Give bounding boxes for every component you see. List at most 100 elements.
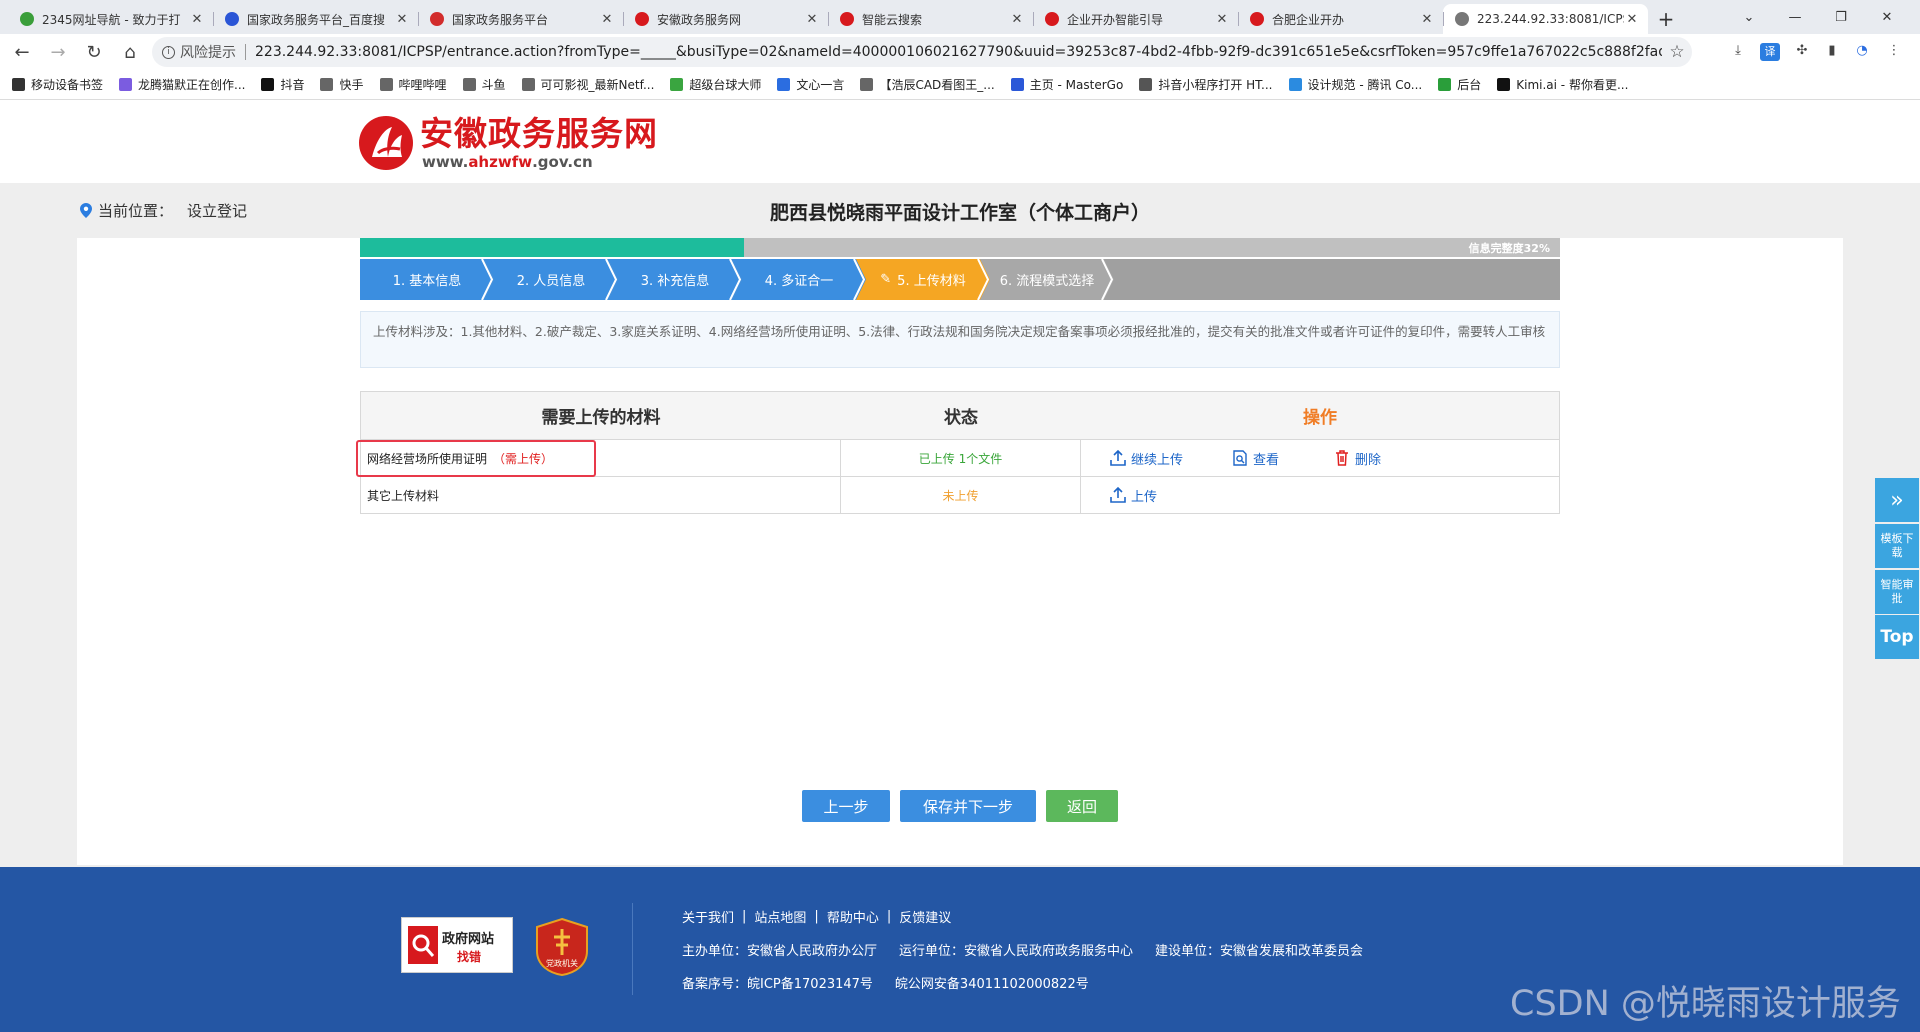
tab-close-icon[interactable]: ✕ bbox=[1214, 12, 1230, 27]
badge-title: 政府网站 bbox=[442, 932, 495, 947]
footer-icp[interactable]: 备案序号：皖ICP备17023147号 bbox=[682, 973, 873, 992]
delete-button[interactable]: 删除 bbox=[1333, 449, 1381, 468]
bookmark-item[interactable]: Kimi.ai - 帮你看更... bbox=[1497, 76, 1628, 93]
step-5[interactable]: ✎ 5. 上传材料 bbox=[856, 259, 990, 300]
bookmark-item[interactable]: 后台 bbox=[1438, 76, 1481, 93]
url-text[interactable]: 223.244.92.33:8081/ICPSP/entrance.action… bbox=[255, 44, 1662, 60]
bookmark-label: Kimi.ai - 帮你看更... bbox=[1516, 78, 1629, 92]
site-logo[interactable]: 安徽政务服务网 www.ahzwfw.gov.cn bbox=[358, 115, 658, 171]
continue-upload-button[interactable]: 继续上传 bbox=[1109, 449, 1183, 468]
upload-button[interactable]: 上传 bbox=[1109, 486, 1157, 505]
tab-favicon-icon bbox=[20, 12, 34, 26]
step-navigation: 1. 基本信息 2. 人员信息 3. 补充信息 4. 多证合一 ✎ 5. 上传材料 6. 流… bbox=[360, 259, 1560, 300]
step-1[interactable]: 1. 基本信息 bbox=[360, 259, 494, 300]
extensions-icon[interactable]: ✣ bbox=[1792, 43, 1812, 61]
tab-search-icon[interactable]: ⌄ bbox=[1726, 0, 1772, 34]
step-4[interactable]: 4. 多证合一 bbox=[732, 259, 866, 300]
tab-favicon-icon bbox=[430, 12, 444, 26]
footer-operator: 运行单位：安徽省人民政府政务服务中心 bbox=[899, 944, 1134, 959]
home-button[interactable]: ⌂ bbox=[112, 42, 148, 63]
tab-title: 国家政务服务平台_百度搜 bbox=[247, 12, 386, 27]
bookmark-item[interactable]: 龙腾猫默正在创作... bbox=[119, 76, 245, 93]
download-icon[interactable]: ⤓ bbox=[1728, 43, 1748, 61]
bookmark-item[interactable]: 抖音小程序打开 HT... bbox=[1139, 76, 1273, 93]
footer-link-sitemap[interactable]: 站点地图 bbox=[754, 907, 806, 926]
step-2[interactable]: 2. 人员信息 bbox=[484, 259, 618, 300]
back-button[interactable]: ← bbox=[4, 42, 40, 63]
bookmark-item[interactable]: 超级台球大师 bbox=[670, 76, 761, 93]
menu-icon[interactable]: ⋮ bbox=[1884, 43, 1904, 61]
tab-close-icon[interactable]: ✕ bbox=[1624, 12, 1640, 27]
tab-close-icon[interactable]: ✕ bbox=[1419, 12, 1435, 27]
tab-close-icon[interactable]: ✕ bbox=[1009, 12, 1025, 27]
bookmark-favicon-icon bbox=[1288, 78, 1302, 91]
bookmark-item[interactable]: 主页 - MasterGo bbox=[1010, 76, 1123, 93]
tab-close-icon[interactable]: ✕ bbox=[189, 12, 205, 27]
footer-link-separator: | bbox=[886, 909, 892, 924]
footer-link-feedback[interactable]: 反馈建议 bbox=[899, 907, 951, 926]
footer-police-record[interactable]: 皖公网安备34011102000822号 bbox=[895, 973, 1089, 992]
bookmark-item[interactable]: 【浩辰CAD看图王_... bbox=[860, 76, 995, 93]
upload-icon bbox=[1110, 486, 1126, 503]
location-pin-icon bbox=[80, 203, 92, 218]
float-expand-button[interactable]: » bbox=[1875, 478, 1919, 522]
address-omnibox[interactable]: i 风险提示 223.244.92.33:8081/ICPSP/entrance… bbox=[152, 37, 1692, 67]
profile-icon[interactable]: ◔ bbox=[1852, 43, 1872, 61]
footer-info-line-2: 备案序号：皖ICP备17023147号 皖公网安备34011102000822号 bbox=[682, 973, 1111, 992]
bookmark-star-icon[interactable]: ☆ bbox=[1662, 42, 1692, 62]
prev-step-button[interactable]: 上一步 bbox=[802, 790, 890, 822]
material-name: 其它上传材料 bbox=[367, 488, 440, 503]
reload-button[interactable]: ↻ bbox=[76, 42, 112, 63]
footer-link-separator: | bbox=[742, 909, 747, 924]
gov-site-error-badge[interactable]: 政府网站 找错 bbox=[401, 917, 513, 973]
tab-close-icon[interactable]: ✕ bbox=[804, 12, 820, 27]
back-to-top-button[interactable]: Top bbox=[1875, 615, 1919, 659]
bookmark-label: 抖音小程序打开 HT... bbox=[1158, 78, 1273, 92]
new-tab-button[interactable]: + bbox=[1648, 4, 1684, 34]
browser-tab[interactable]: 合肥企业开办 ✕ bbox=[1238, 4, 1443, 34]
view-button[interactable]: 查看 bbox=[1231, 449, 1279, 468]
footer-link-about[interactable]: 关于我们 bbox=[682, 907, 734, 926]
highlight-annotation-box bbox=[356, 440, 596, 477]
browser-tab[interactable]: 2345网址导航 - 致力于打 ✕ bbox=[8, 4, 213, 34]
step-label: 4. 多证合一 bbox=[764, 274, 834, 289]
footer-link-help[interactable]: 帮助中心 bbox=[827, 907, 879, 926]
browser-tab[interactable]: 国家政务服务平台_百度搜 ✕ bbox=[213, 4, 418, 34]
bookmark-item[interactable]: 哔哩哔哩 bbox=[379, 76, 447, 93]
save-next-button[interactable]: 保存并下一步 bbox=[900, 790, 1036, 822]
sidebar-icon[interactable]: ▮ bbox=[1822, 43, 1842, 61]
bookmark-item[interactable]: 文心一言 bbox=[777, 76, 844, 93]
bookmark-item[interactable]: 移动设备书签 bbox=[12, 76, 103, 93]
bookmark-item[interactable]: 设计规范 - 腾讯 Co... bbox=[1288, 76, 1423, 93]
step-6[interactable]: 6. 流程模式选择 bbox=[980, 259, 1114, 300]
bookmark-item[interactable]: 快手 bbox=[320, 76, 364, 93]
bookmark-item[interactable]: 斗鱼 bbox=[462, 76, 506, 93]
tab-close-icon[interactable]: ✕ bbox=[394, 12, 410, 27]
browser-tab[interactable]: 安徽政务服务网 ✕ bbox=[623, 4, 828, 34]
browser-tab[interactable]: 企业开办智能引导 ✕ bbox=[1033, 4, 1238, 34]
forward-button[interactable]: → bbox=[40, 42, 76, 63]
back-button[interactable]: 返回 bbox=[1046, 790, 1118, 822]
risk-warning[interactable]: i 风险提示 bbox=[162, 42, 236, 62]
bookmark-label: 设计规范 - 腾讯 Co... bbox=[1307, 78, 1423, 92]
step-3[interactable]: 3. 补充信息 bbox=[608, 259, 742, 300]
template-download-button[interactable]: 模板下载 bbox=[1875, 524, 1919, 568]
tab-title: 智能云搜索 bbox=[862, 12, 923, 27]
bookmark-favicon-icon bbox=[12, 78, 25, 91]
site-header: 安徽政务服务网 www.ahzwfw.gov.cn bbox=[0, 101, 1920, 183]
maximize-button[interactable]: ❐ bbox=[1818, 0, 1864, 34]
bookmark-label: 【浩辰CAD看图王_... bbox=[879, 78, 995, 92]
translate-icon[interactable]: 译 bbox=[1760, 43, 1780, 61]
browser-tab[interactable]: 国家政务服务平台 ✕ bbox=[418, 4, 623, 34]
browser-tab[interactable]: 223.244.92.33:8081/ICPS ✕ bbox=[1443, 4, 1648, 34]
smart-approval-button[interactable]: 智能审批 bbox=[1875, 570, 1919, 614]
bookmark-favicon-icon bbox=[379, 78, 393, 91]
browser-tab[interactable]: 智能云搜索 ✕ bbox=[828, 4, 1033, 34]
bookmark-item[interactable]: 可可影视_最新Netf... bbox=[521, 76, 654, 93]
bookmark-favicon-icon bbox=[1438, 78, 1452, 91]
trash-icon bbox=[1336, 450, 1349, 466]
tab-close-icon[interactable]: ✕ bbox=[599, 12, 615, 27]
bookmark-item[interactable]: 抖音 bbox=[261, 76, 304, 93]
minimize-button[interactable]: — bbox=[1772, 0, 1818, 34]
close-window-button[interactable]: ✕ bbox=[1864, 0, 1910, 34]
